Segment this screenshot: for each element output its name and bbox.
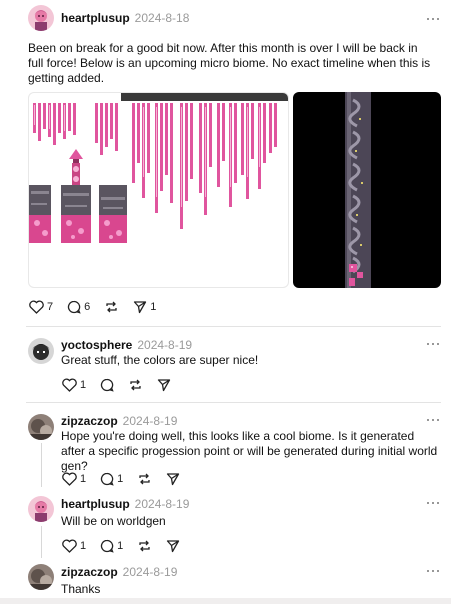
- avatar[interactable]: [28, 5, 54, 31]
- like-count: 1: [80, 473, 87, 485]
- send-icon: [167, 473, 180, 486]
- like-button[interactable]: 1: [62, 378, 86, 392]
- comment-icon: [68, 300, 81, 314]
- reply-header: zipzaczop 2024-8-19: [61, 565, 177, 579]
- like-button[interactable]: 7: [29, 300, 53, 314]
- reply-actions: 1: [62, 377, 185, 393]
- username[interactable]: zipzaczop: [61, 565, 118, 579]
- main-post: heartplusup 2024-8-18 Been on break for a…: [0, 0, 451, 330]
- post-header: heartplusup 2024-8-18: [61, 11, 189, 25]
- avatar[interactable]: [28, 496, 54, 522]
- divider: [26, 326, 441, 327]
- repost-icon: [106, 301, 117, 313]
- repost-icon: [139, 473, 150, 485]
- comment-count: 6: [84, 301, 91, 313]
- avatar-yoctosphere-image: [28, 338, 54, 364]
- reply-date[interactable]: 2024-8-19: [137, 338, 192, 352]
- reply-header: zipzaczop 2024-8-19: [61, 414, 177, 428]
- reply-date[interactable]: 2024-8-19: [135, 497, 190, 511]
- repost-button[interactable]: [128, 378, 143, 392]
- share-button[interactable]: 1: [133, 300, 156, 314]
- avatar-zipzaczop-image: [28, 414, 54, 440]
- reply-text: Hope you're doing well, this looks like …: [61, 429, 438, 473]
- heart-icon: [29, 300, 44, 314]
- comment-button[interactable]: 6: [67, 300, 90, 314]
- avatar-zipzaczop-image: [28, 564, 54, 590]
- comment-button[interactable]: [100, 378, 114, 392]
- like-count: 1: [80, 379, 87, 391]
- share-button[interactable]: [166, 472, 180, 486]
- post-image-biome[interactable]: [28, 92, 289, 288]
- thread-line: [41, 526, 42, 558]
- share-count: 1: [150, 301, 157, 313]
- reply-date[interactable]: 2024-8-19: [123, 414, 178, 428]
- username[interactable]: heartplusup: [61, 11, 130, 25]
- reply-header: yoctosphere 2024-8-19: [61, 338, 192, 352]
- biome-artwork: [29, 93, 288, 243]
- reply-text: Thanks: [61, 582, 101, 596]
- more-icon[interactable]: [427, 417, 441, 423]
- repost-button[interactable]: [137, 472, 152, 486]
- post-image-column[interactable]: [293, 92, 441, 288]
- like-count: 7: [47, 301, 54, 313]
- reply-text: Will be on worldgen: [61, 514, 166, 528]
- comment-button[interactable]: 1: [100, 472, 123, 486]
- username[interactable]: heartplusup: [61, 497, 130, 511]
- bottom-bar: [0, 598, 451, 604]
- comment-count: 1: [117, 540, 124, 552]
- reply: heartplusup 2024-8-19 Will be on worldgen…: [0, 490, 451, 556]
- comment-button[interactable]: 1: [100, 539, 123, 553]
- like-button[interactable]: 1: [62, 539, 86, 553]
- post-date[interactable]: 2024-8-18: [135, 11, 190, 25]
- send-icon: [167, 540, 180, 553]
- heart-icon: [62, 539, 77, 553]
- reply: zipzaczop 2024-8-19 Hope you're doing wel…: [0, 406, 451, 492]
- thread-line: [41, 443, 42, 487]
- more-icon[interactable]: [427, 568, 441, 574]
- reply-actions: 1 1: [62, 471, 194, 487]
- post-actions: 7 6 1: [29, 299, 170, 315]
- comment-icon: [101, 539, 114, 553]
- share-button[interactable]: [157, 378, 171, 392]
- heart-icon: [62, 378, 77, 392]
- more-icon[interactable]: [427, 500, 441, 506]
- repost-button[interactable]: [137, 539, 152, 553]
- avatar[interactable]: [28, 414, 54, 440]
- divider: [26, 402, 441, 403]
- like-count: 1: [80, 540, 87, 552]
- repost-icon: [139, 540, 150, 552]
- reply: yoctosphere 2024-8-19 Great stuff, the co…: [0, 330, 451, 400]
- username[interactable]: yoctosphere: [61, 338, 132, 352]
- reply-text: Great stuff, the colors are super nice!: [61, 353, 259, 367]
- avatar-heartplusup-image: [28, 5, 54, 31]
- post-text: Been on break for a good bit now. After …: [28, 41, 431, 85]
- more-icon[interactable]: [427, 16, 441, 22]
- comment-icon: [101, 378, 114, 392]
- reply-date[interactable]: 2024-8-19: [123, 565, 178, 579]
- send-icon: [157, 379, 171, 392]
- repost-icon: [130, 379, 141, 391]
- avatar[interactable]: [28, 338, 54, 364]
- column-artwork: [345, 92, 371, 288]
- heart-icon: [62, 472, 77, 486]
- avatar-heartplusup-image: [28, 496, 54, 522]
- reply-actions: 1 1: [62, 538, 194, 554]
- username[interactable]: zipzaczop: [61, 414, 118, 428]
- repost-button[interactable]: [104, 300, 119, 314]
- like-button[interactable]: 1: [62, 472, 86, 486]
- comment-icon: [101, 472, 114, 486]
- comment-count: 1: [117, 473, 124, 485]
- share-button[interactable]: [166, 539, 180, 553]
- reply-header: heartplusup 2024-8-19: [61, 497, 189, 511]
- reply: zipzaczop 2024-8-19 Thanks: [0, 558, 451, 598]
- send-icon: [134, 301, 147, 314]
- more-icon[interactable]: [427, 341, 441, 347]
- avatar[interactable]: [28, 564, 54, 590]
